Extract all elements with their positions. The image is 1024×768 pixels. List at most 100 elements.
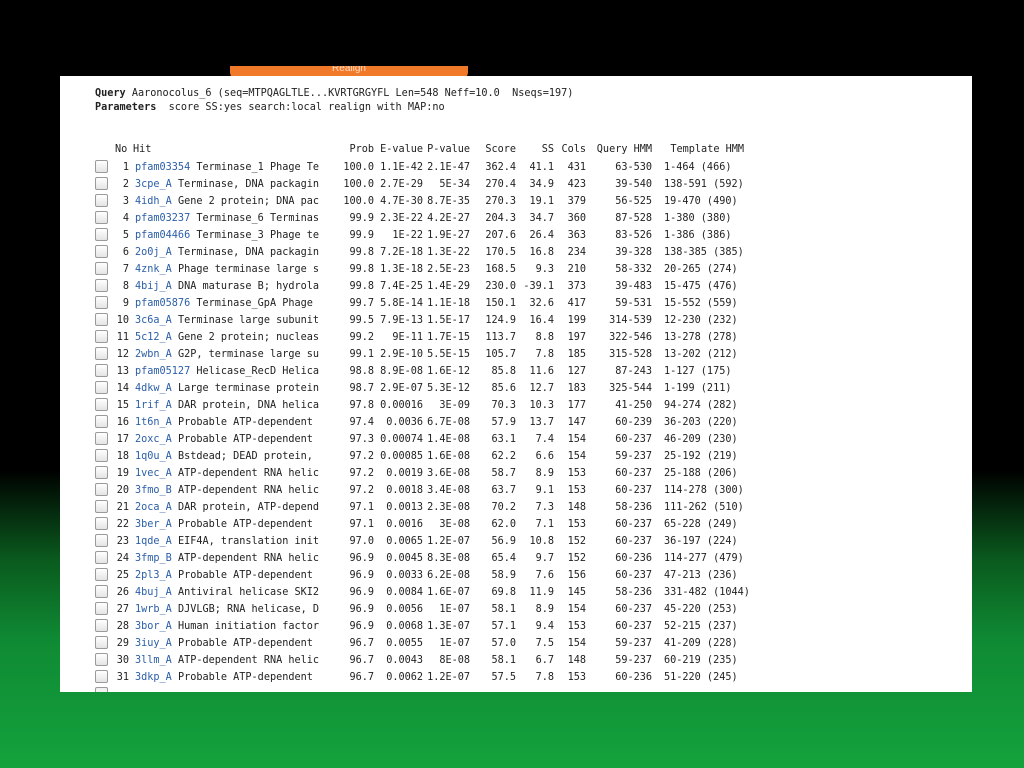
evalue-cell: 7.9E-13	[380, 315, 423, 326]
row-checkbox[interactable]	[95, 415, 108, 428]
hit-id-link[interactable]: 4idh_A	[135, 196, 172, 207]
hit-id-link[interactable]: 3bor_A	[135, 621, 172, 632]
hit-cell: 1qde_A EIF4A, translation init	[135, 536, 319, 547]
evalue-cell: 0.0084	[386, 587, 423, 598]
hit-id-link[interactable]: 3llm_A	[135, 655, 172, 666]
hit-id-link[interactable]: 3c6a_A	[135, 315, 172, 326]
row-checkbox[interactable]	[95, 534, 108, 547]
row-checkbox[interactable]	[95, 330, 108, 343]
pvalue-cell: 6.7E-08	[427, 417, 470, 428]
row-number: 17	[116, 434, 129, 445]
row-checkbox[interactable]	[95, 483, 108, 496]
prob-cell: 96.7	[349, 672, 374, 683]
row-checkbox[interactable]	[95, 551, 108, 564]
hit-id-link[interactable]: 3ber_A	[135, 519, 172, 530]
hit-id-link[interactable]: 3iuy_A	[135, 638, 172, 649]
row-checkbox[interactable]	[95, 602, 108, 615]
hit-id-link[interactable]: 3dkp_A	[135, 672, 172, 683]
prob-cell: 96.9	[349, 587, 374, 598]
row-checkbox[interactable]	[95, 619, 108, 632]
hit-id-link[interactable]: 1wrb_A	[135, 604, 172, 615]
hit-cell: 2oxc_A Probable ATP-dependent	[135, 434, 313, 445]
row-checkbox[interactable]	[95, 466, 108, 479]
hit-cell: 5c12_A Gene 2 protein; nucleas	[135, 332, 319, 343]
hit-id-link[interactable]: 2o0j_A	[135, 247, 172, 258]
table-row: 30 3llm_A ATP-dependent RNA helic 96.7 0.00…	[60, 653, 972, 672]
hit-id-link[interactable]: 3fmp_B	[135, 553, 172, 564]
row-checkbox[interactable]	[95, 177, 108, 190]
hit-id-link[interactable]: 2oca_A	[135, 502, 172, 513]
row-checkbox[interactable]	[95, 262, 108, 275]
pvalue-cell: 1.6E-07	[427, 587, 470, 598]
row-checkbox[interactable]	[95, 194, 108, 207]
hit-id-link[interactable]: 4buj_A	[135, 587, 172, 598]
hit-cell: 1vec_A ATP-dependent RNA helic	[135, 468, 319, 479]
prob-cell: 100.0	[343, 196, 374, 207]
row-checkbox[interactable]	[95, 585, 108, 598]
hit-id-link[interactable]: 3cpe_A	[135, 179, 172, 190]
hit-id-link[interactable]: 5c12_A	[135, 332, 172, 343]
score-cell: 85.6	[491, 383, 516, 394]
row-checkbox[interactable]	[95, 245, 108, 258]
row-checkbox[interactable]	[95, 211, 108, 224]
hit-id-link[interactable]: 2pl3_A	[135, 570, 172, 581]
query-hmm-cell: 325-544	[609, 383, 652, 394]
hit-id-link[interactable]: 3fmo_B	[135, 485, 172, 496]
evalue-cell: 0.0033	[386, 570, 423, 581]
hit-id-link[interactable]: 1vec_A	[135, 468, 172, 479]
pvalue-cell: 5.5E-15	[427, 349, 470, 360]
row-checkbox-32[interactable]	[95, 687, 108, 692]
parameters-text: score SS:yes search:local realign with M…	[168, 102, 445, 113]
ss-cell: 11.6	[529, 366, 554, 377]
hit-cell: 3fmo_B ATP-dependent RNA helic	[135, 485, 319, 496]
row-checkbox[interactable]	[95, 449, 108, 462]
hit-id-link[interactable]: 4znk_A	[135, 264, 172, 275]
row-checkbox[interactable]	[95, 381, 108, 394]
row-checkbox[interactable]	[95, 670, 108, 683]
hit-id-link[interactable]: 2wbn_A	[135, 349, 172, 360]
col-cols: Cols	[561, 144, 586, 155]
row-checkbox[interactable]	[95, 228, 108, 241]
table-row: 18 1q0u_A Bstdead; DEAD protein, 97.2 0.000…	[60, 449, 972, 468]
hit-id-link[interactable]: 1qde_A	[135, 536, 172, 547]
row-checkbox[interactable]	[95, 432, 108, 445]
hit-id-link[interactable]: pfam03237	[135, 213, 190, 224]
row-checkbox[interactable]	[95, 160, 108, 173]
evalue-cell: 0.00074	[380, 434, 423, 445]
row-number: 14	[116, 383, 129, 394]
row-checkbox[interactable]	[95, 398, 108, 411]
hit-id-link[interactable]: pfam03354	[135, 162, 190, 173]
query-hmm-cell: 60-237	[615, 604, 652, 615]
hit-id-link[interactable]: 4bij_A	[135, 281, 172, 292]
row-checkbox[interactable]	[95, 636, 108, 649]
hit-id-link[interactable]: pfam05127	[135, 366, 190, 377]
hit-id-link[interactable]: 1rif_A	[135, 400, 172, 411]
row-checkbox[interactable]	[95, 653, 108, 666]
row-checkbox[interactable]	[95, 296, 108, 309]
cols-cell: 185	[567, 349, 586, 360]
hit-id-link[interactable]: pfam05876	[135, 298, 190, 309]
hit-id-link[interactable]: 4dkw_A	[135, 383, 172, 394]
prob-cell: 99.2	[349, 332, 374, 343]
table-row: 11 5c12_A Gene 2 protein; nucleas 99.2 9E-1…	[60, 330, 972, 349]
score-cell: 170.5	[485, 247, 516, 258]
prob-cell: 100.0	[343, 179, 374, 190]
row-checkbox[interactable]	[95, 500, 108, 513]
row-checkbox[interactable]	[95, 313, 108, 326]
row-number: 6	[122, 247, 129, 258]
row-checkbox[interactable]	[95, 347, 108, 360]
row-checkbox[interactable]	[95, 364, 108, 377]
row-checkbox[interactable]	[95, 279, 108, 292]
table-row: 8 4bij_A DNA maturase B; hydrola 99.8 7.4E-…	[60, 279, 972, 298]
hit-id-link[interactable]: 2oxc_A	[135, 434, 172, 445]
row-number: 21	[116, 502, 129, 513]
row-number: 16	[116, 417, 129, 428]
hit-id-link[interactable]: 1t6n_A	[135, 417, 172, 428]
row-checkbox[interactable]	[95, 517, 108, 530]
row-checkbox[interactable]	[95, 568, 108, 581]
pvalue-cell: 1E-07	[439, 604, 470, 615]
hit-id-link[interactable]: 1q0u_A	[135, 451, 172, 462]
hit-id-link[interactable]: pfam04466	[135, 230, 190, 241]
query-hmm-cell: 56-525	[615, 196, 652, 207]
query-label: Query	[95, 88, 126, 99]
